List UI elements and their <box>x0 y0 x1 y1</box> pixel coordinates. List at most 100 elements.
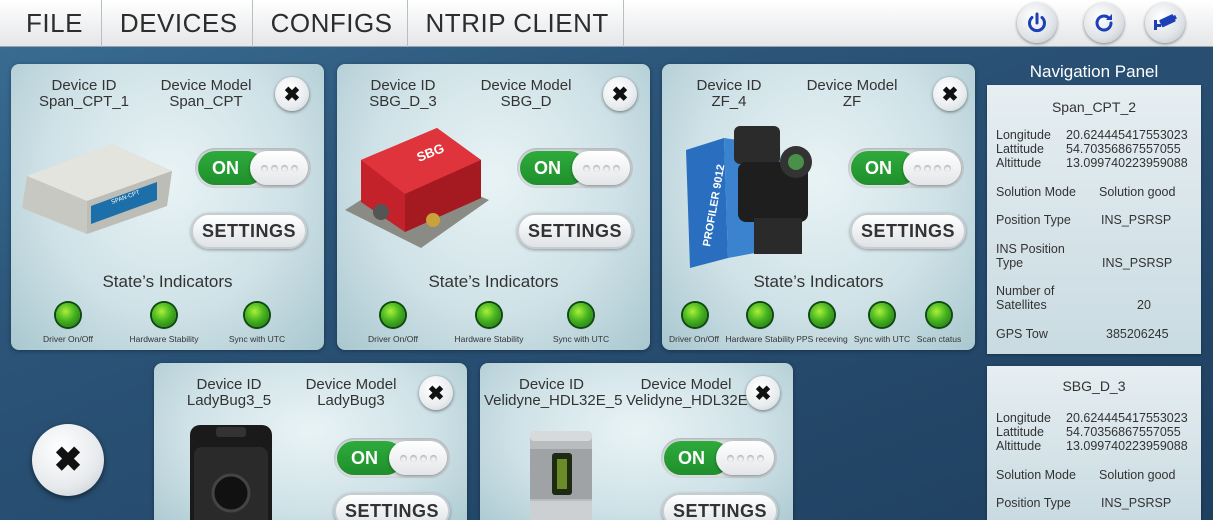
camera-icon <box>1154 14 1177 30</box>
indicator-label: Hardware Stability <box>725 334 795 344</box>
device-model-value: ZF <box>842 93 862 110</box>
device-id-label: Device ID <box>51 77 117 94</box>
solution-mode-value: Solution good <box>1099 468 1176 482</box>
position-type-label: Position Type <box>996 496 1071 510</box>
ins-position-type-value: INS_PSRSP <box>1102 256 1173 270</box>
led-hardware-stability <box>152 303 176 327</box>
device-model-value: Velidyne_HDL32E <box>626 392 748 409</box>
device-card-zf-4: Device ID ZF_4 Device Model ZF ✖ PROFILER … <box>662 64 975 350</box>
close-icon: ✖ <box>53 441 83 479</box>
menu-configs[interactable]: CONFIGS <box>253 0 408 47</box>
close-card-button[interactable]: ✖ <box>746 376 780 410</box>
indicator-label: Driver On/Off <box>43 334 93 344</box>
solution-mode-label: Solution Mode <box>996 185 1076 199</box>
altitude-value: 13.099740223959088 <box>1066 439 1188 453</box>
led-sync-utc <box>569 303 593 327</box>
navigation-panel-title: Navigation Panel <box>1029 62 1159 81</box>
device-model-value: LadyBug3 <box>317 392 385 409</box>
position-type-label: Position Type <box>996 213 1071 227</box>
zf-profiler-device-image: PROFILER 9012 <box>686 126 812 268</box>
device-model-value: Span_CPT <box>169 93 243 110</box>
close-icon: ✖ <box>754 382 772 405</box>
altitude-label: Altittude <box>996 156 1042 170</box>
settings-button[interactable]: SETTINGS <box>517 213 633 249</box>
menu-file[interactable]: FILE <box>0 0 102 47</box>
longitude-label: Longitude <box>996 128 1051 142</box>
lattitude-label: Lattitude <box>996 142 1044 156</box>
indicator-label: Sync with UTC <box>552 334 610 344</box>
close-card-button[interactable]: ✖ <box>933 77 967 111</box>
refresh-button[interactable] <box>1084 3 1124 43</box>
close-icon: ✖ <box>427 382 445 405</box>
close-card-button[interactable]: ✖ <box>603 77 637 111</box>
power-button[interactable] <box>1017 3 1057 43</box>
toggle-knob <box>389 441 447 475</box>
sbg-device-image: SBG <box>345 128 489 248</box>
close-card-button[interactable]: ✖ <box>275 77 309 111</box>
nav-panel-sbg-d-3: SBG_D_3 Longitude 20.624445417553023 Lat… <box>987 366 1201 520</box>
longitude-value: 20.624445417553023 <box>1066 128 1188 142</box>
led-hardware-stability <box>477 303 501 327</box>
device-model-label: Device Model <box>160 77 252 94</box>
lattitude-value: 54.70356867557055 <box>1066 425 1181 439</box>
settings-button[interactable]: SETTINGS <box>334 493 450 520</box>
driver-toggle[interactable]: ON <box>195 148 311 188</box>
device-model: Device Model Span_CPT <box>151 78 261 110</box>
indicators-title: State’s Indicators <box>753 272 884 291</box>
device-card-sbg-d-3: Device ID SBG_D_3 Device Model SBG_D ✖ SBG… <box>337 64 650 350</box>
device-model: Device Model ZF <box>797 78 907 110</box>
gps-tow-value: 385206245 <box>1106 327 1169 341</box>
device-model-label: Device Model <box>305 376 397 393</box>
lattitude-label: Lattitude <box>996 425 1044 439</box>
indicator-label: Sync with UTC <box>228 334 286 344</box>
driver-toggle[interactable]: ON <box>334 438 450 478</box>
indicators-title: State’s Indicators <box>102 272 233 291</box>
menu-devices[interactable]: DEVICES <box>102 0 253 47</box>
device-model-label: Device Model <box>806 77 898 94</box>
refresh-icon <box>1095 14 1113 32</box>
menu-ntrip-client[interactable]: NTRIP CLIENT <box>408 0 624 47</box>
toggle-knob <box>250 151 308 185</box>
driver-toggle[interactable]: ON <box>661 438 777 478</box>
device-id-label: Device ID <box>370 77 436 94</box>
toggle-knob <box>903 151 961 185</box>
driver-toggle[interactable]: ON <box>517 148 633 188</box>
position-type-value: INS_PSRSP <box>1101 213 1172 227</box>
settings-button[interactable]: SETTINGS <box>850 213 966 249</box>
device-id: Device ID Velidyne_HDL32E_5 <box>484 377 622 409</box>
driver-toggle[interactable]: ON <box>848 148 964 188</box>
device-model: Device Model Velidyne_HDL32E <box>626 377 748 409</box>
led-scan-status <box>927 303 951 327</box>
led-pps-receiving <box>810 303 834 327</box>
nav-panel-span-cpt-2: Span_CPT_2 Longitude 20.624445417553023 … <box>987 85 1201 354</box>
solution-mode-label: Solution Mode <box>996 468 1076 482</box>
lattitude-value: 54.70356867557055 <box>1066 142 1181 156</box>
device-id-value: Span_CPT_1 <box>38 93 130 110</box>
device-model-label: Device Model <box>480 77 572 94</box>
device-id-value: LadyBug3_5 <box>186 392 272 409</box>
close-card-button[interactable]: ✖ <box>419 376 453 410</box>
settings-button[interactable]: SETTINGS <box>662 493 778 520</box>
close-app-button[interactable]: ✖ <box>32 424 104 496</box>
settings-button[interactable]: SETTINGS <box>191 213 307 249</box>
led-driver-on-off <box>381 303 405 327</box>
altitude-value: 13.099740223959088 <box>1066 156 1188 170</box>
camera-button[interactable] <box>1145 3 1185 43</box>
altitude-label: Altittude <box>996 439 1042 453</box>
device-id: Device ID ZF_4 <box>684 78 774 110</box>
velodyne-device-image <box>530 431 592 520</box>
toggle-knob <box>716 441 774 475</box>
device-id-label: Device ID <box>696 77 762 94</box>
device-card-span-cpt-1: Device ID Span_CPT_1 Device Model Span_CPT… <box>11 64 324 350</box>
indicator-label: Driver On/Off <box>669 334 719 344</box>
span-cpt-device-image: SPAN-CPT <box>22 144 172 234</box>
device-id: Device ID SBG_D_3 <box>348 78 458 110</box>
solution-mode-value: Solution good <box>1099 185 1176 199</box>
device-id-value: SBG_D_3 <box>369 93 437 110</box>
device-id: Device ID LadyBug3_5 <box>174 377 284 409</box>
indicator-label: Hardware Stability <box>129 334 199 344</box>
indicator-label: Scan ctatus <box>916 334 962 344</box>
led-driver-on-off <box>56 303 80 327</box>
device-model-value: SBG_D <box>500 93 552 110</box>
device-id-value: ZF_4 <box>711 93 747 110</box>
